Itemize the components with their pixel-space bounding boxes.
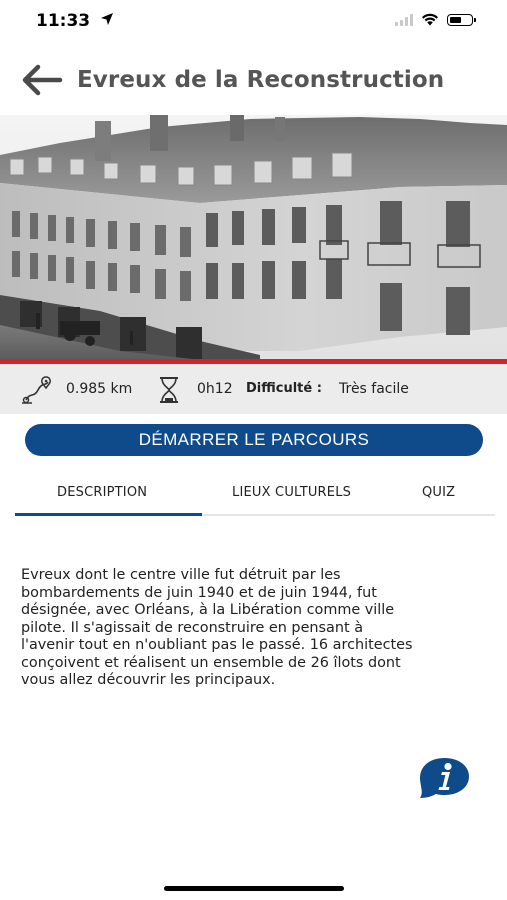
description-line: désignée, avec Orléans, à la Libération … [21, 602, 395, 618]
cellular-signal-icon [395, 13, 413, 26]
status-time: 11:33 [36, 11, 114, 31]
start-route-button[interactable]: DÉMARRER LE PARCOURS [25, 424, 483, 456]
description-line: Evreux dont le centre ville fut détruit … [21, 567, 341, 583]
description-line: pilote. Il s'agissait de reconstruire en… [21, 619, 364, 636]
header: Evreux de la Reconstruction [0, 55, 507, 107]
battery-icon [447, 13, 476, 26]
location-arrow-icon [101, 13, 114, 25]
wifi-icon [422, 13, 438, 26]
hourglass-icon [160, 377, 178, 403]
description-line: bombardements de juin 1940 et de juin 19… [21, 584, 377, 601]
duration-value: 0h12 [197, 381, 233, 397]
status-bar: 11:33 [0, 0, 507, 44]
route-pin-icon [22, 376, 51, 404]
info-icon[interactable] [418, 756, 471, 800]
back-arrow-icon[interactable] [20, 63, 64, 97]
tab-description[interactable]: DESCRIPTION [57, 485, 147, 500]
reconstruction-building-photo [0, 115, 507, 362]
distance-value: 0.985 km [66, 381, 133, 397]
home-indicator [164, 886, 344, 891]
route-description: Evreux dont le centre ville fut détruit … [21, 567, 491, 690]
tab-lieux-culturels[interactable]: LIEUX CULTURELS [232, 485, 351, 500]
hero-photo [0, 115, 507, 362]
description-line: conçoivent et réalisent un ensemble de 2… [21, 654, 401, 671]
status-indicators [395, 13, 476, 26]
description-line: vous allez découvrir les principaux. [21, 672, 276, 688]
difficulty-label: Difficulté : [246, 381, 322, 396]
route-stats-bar: 0.985 km 0h12 Difficulté : Très facile [0, 364, 507, 414]
tab-quiz[interactable]: QUIZ [422, 485, 455, 500]
tab-active-indicator [15, 513, 202, 516]
difficulty-value: Très facile [339, 381, 409, 397]
page-title: Evreux de la Reconstruction [77, 67, 445, 93]
tab-bar: DESCRIPTION LIEUX CULTURELS QUIZ [15, 476, 495, 518]
description-line: l'avenir tout en n'oubliant pas le passé… [21, 637, 413, 653]
status-time-text: 11:33 [36, 11, 91, 31]
